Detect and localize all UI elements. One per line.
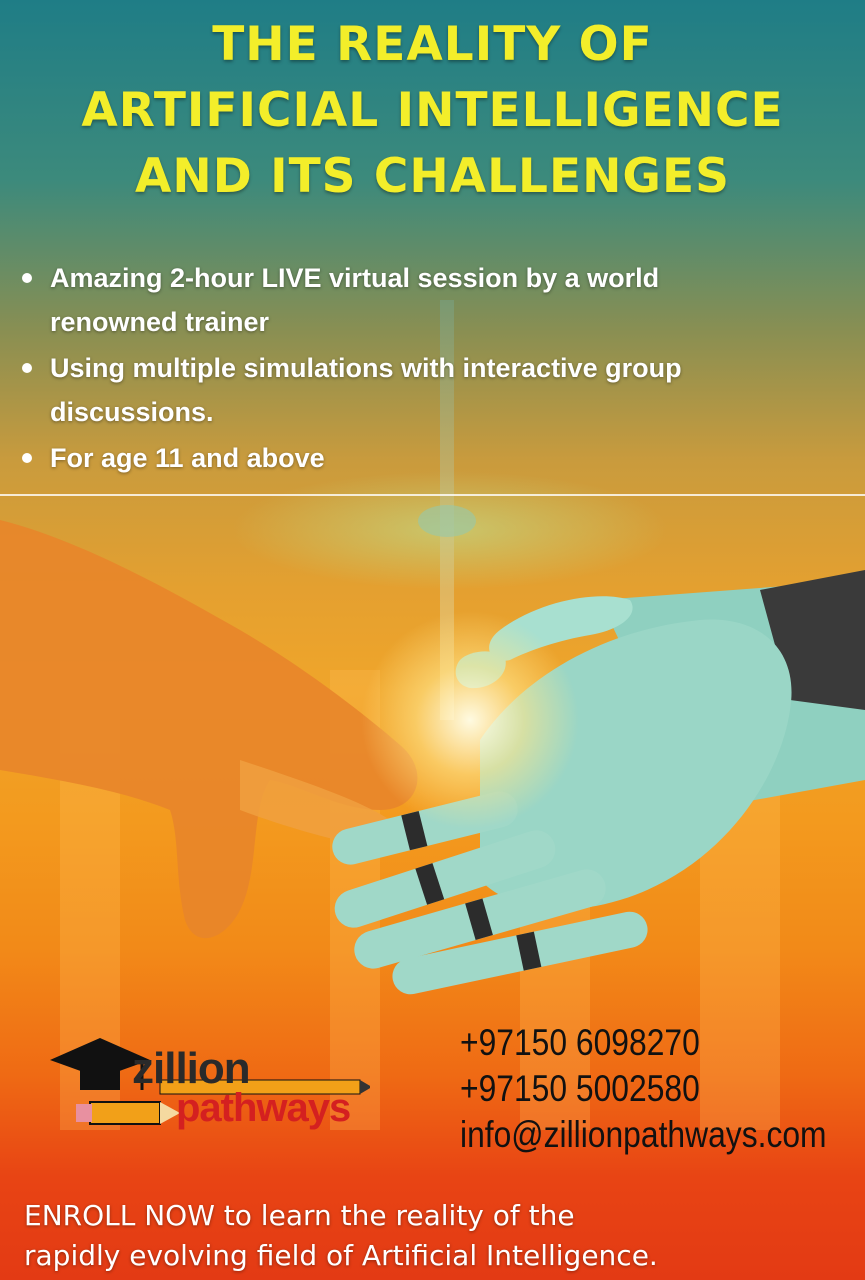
call-to-action: ENROLL NOW to learn the reality of the r… — [24, 1196, 854, 1276]
feature-text: Using multiple simulations with interact… — [50, 353, 682, 383]
light-glow — [360, 610, 580, 830]
email-address[interactable]: info@zillionpathways.com — [460, 1112, 827, 1158]
feature-text: renowned trainer — [50, 307, 270, 337]
logo-word: pathways — [176, 1086, 351, 1130]
feature-item: Amazing 2-hour LIVE virtual session by a… — [22, 256, 852, 344]
cta-line: rapidly evolving field of Artificial Int… — [24, 1239, 658, 1272]
feature-list: Amazing 2-hour LIVE virtual session by a… — [22, 256, 852, 482]
phone-number[interactable]: +97150 6098270 — [460, 1020, 804, 1066]
bullet-icon — [22, 363, 32, 373]
poster-title: THE REALITY OF ARTIFICIAL INTELLIGENCE A… — [0, 12, 865, 210]
title-line: AND ITS CHALLENGES — [135, 149, 730, 204]
feature-text: Amazing 2-hour LIVE virtual session by a… — [50, 263, 660, 293]
poster: THE REALITY OF ARTIFICIAL INTELLIGENCE A… — [0, 0, 865, 1280]
feature-item: For age 11 and above — [22, 436, 852, 480]
cta-line: ENROLL NOW to learn the reality of the — [24, 1199, 575, 1232]
contact-block: +97150 6098270 +97150 5002580 info@zilli… — [460, 1020, 860, 1158]
feature-text: For age 11 and above — [50, 443, 325, 473]
human-hand — [0, 520, 418, 939]
title-line: ARTIFICIAL INTELLIGENCE — [81, 83, 784, 138]
title-line: THE REALITY OF — [212, 17, 653, 72]
bullet-icon — [22, 273, 32, 283]
feature-text: discussions. — [50, 397, 214, 427]
bullet-icon — [22, 453, 32, 463]
feature-item: Using multiple simulations with interact… — [22, 346, 852, 434]
phone-number[interactable]: +97150 5002580 — [460, 1066, 804, 1112]
